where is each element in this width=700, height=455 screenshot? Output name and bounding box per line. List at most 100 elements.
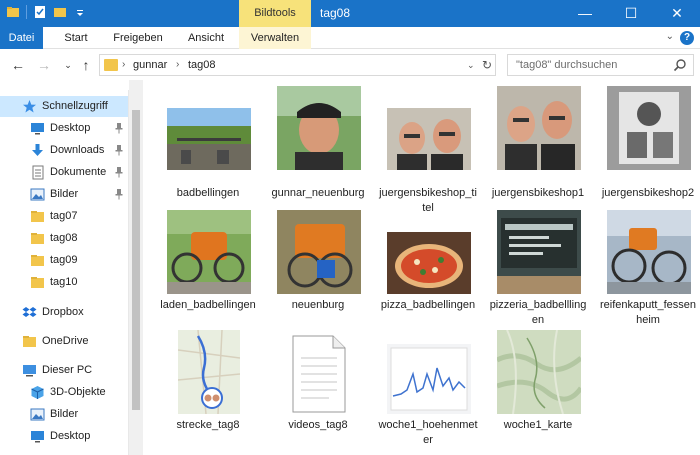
tab-start[interactable]: Start — [52, 27, 100, 49]
text-document-icon — [292, 335, 346, 413]
folder-icon — [23, 336, 36, 347]
nav-item-bilder[interactable]: Bilder — [0, 184, 128, 205]
pin-icon[interactable] — [114, 166, 124, 178]
file-tile[interactable]: videos_tag8 — [268, 330, 368, 440]
nav-label: Bilder — [50, 408, 79, 420]
search-icon[interactable] — [673, 58, 687, 72]
document-icon — [32, 165, 44, 180]
file-tile[interactable]: gunnar_neuenburg — [268, 86, 368, 216]
photo-thumbnail — [387, 108, 471, 170]
file-name: neuenburg — [291, 299, 345, 311]
navigation-scrollbar[interactable] — [129, 80, 143, 455]
thumbnail — [276, 330, 362, 414]
nav-item-tag09[interactable]: tag09 — [0, 250, 128, 271]
toolbar-separator — [26, 5, 27, 19]
breadcrumb-gunnar[interactable]: gunnar — [133, 55, 167, 75]
file-tile[interactable]: pizza_badbellingen — [378, 210, 478, 330]
file-list: badbellingen gunnar_neuenburg juergensbi… — [143, 80, 700, 455]
thumbnail — [276, 86, 362, 170]
nav-item-downloads[interactable]: Downloads — [0, 140, 128, 161]
close-button[interactable]: ✕ — [654, 0, 700, 27]
nav-item-tag10[interactable]: tag10 — [0, 272, 128, 293]
file-tile[interactable]: pizzeria_badbelllingen — [488, 210, 588, 330]
nav-item-tag08[interactable]: tag08 — [0, 228, 128, 249]
thumbnail — [496, 330, 582, 414]
photo-thumbnail — [277, 86, 361, 170]
nav-item-3d-objekte[interactable]: 3D-Objekte — [0, 382, 128, 403]
photo-thumbnail — [167, 210, 251, 294]
nav-label: Dieser PC — [42, 364, 93, 376]
back-button[interactable]: ← — [10, 56, 26, 74]
forward-button[interactable]: → — [36, 56, 52, 74]
nav-label: OneDrive — [42, 335, 89, 347]
file-name: woche1_hoehenmeter — [378, 419, 478, 446]
search-box[interactable] — [507, 54, 694, 76]
nav-item-bilder-pc[interactable]: Bilder — [0, 404, 128, 425]
folder-icon[interactable] — [6, 5, 20, 19]
customize-toolbar-icon[interactable] — [73, 5, 87, 19]
scrollbar-thumb[interactable] — [132, 110, 140, 410]
nav-item-onedrive[interactable]: OneDrive — [0, 331, 128, 352]
file-name: woche1_karte — [503, 419, 573, 431]
pin-icon[interactable] — [114, 122, 124, 134]
thumbnail — [386, 86, 472, 170]
pin-icon[interactable] — [114, 188, 124, 200]
file-tile[interactable]: juergensbikeshop1 — [488, 86, 588, 216]
search-input[interactable] — [508, 55, 668, 75]
help-icon[interactable]: ? — [680, 31, 694, 45]
file-tile[interactable]: neuenburg — [268, 210, 368, 330]
file-tile[interactable]: strecke_tag8 — [158, 330, 258, 440]
tab-freigeben[interactable]: Freigeben — [103, 27, 173, 49]
file-tile[interactable]: badbellingen — [158, 86, 258, 216]
minimize-button[interactable]: — — [562, 0, 608, 27]
download-icon — [32, 144, 43, 156]
refresh-icon[interactable]: ↻ — [482, 55, 492, 75]
tab-verwalten[interactable]: Verwalten — [239, 27, 311, 49]
file-tile[interactable]: juergensbikeshop_titel — [378, 86, 478, 216]
nav-item-desktop[interactable]: Desktop — [0, 118, 128, 139]
chevron-down-icon[interactable]: ⌄ — [666, 31, 674, 42]
up-button[interactable]: ↑ — [78, 56, 94, 74]
nav-label: Dokumente — [50, 166, 107, 178]
pictures-icon — [30, 188, 45, 201]
computer-icon — [23, 365, 36, 377]
tab-ansicht[interactable]: Ansicht — [176, 27, 236, 49]
new-folder-icon[interactable] — [53, 5, 67, 19]
file-tile[interactable]: reifenkaputt_fessenheim — [598, 210, 698, 330]
graph-thumbnail — [387, 344, 471, 414]
pin-icon[interactable] — [114, 144, 124, 156]
file-tile[interactable]: woche1_hoehenmeter — [378, 330, 478, 446]
nav-item-dropbox[interactable]: Dropbox — [0, 302, 128, 323]
properties-icon[interactable] — [33, 5, 47, 19]
file-name: pizzeria_badbelllingen — [489, 299, 587, 326]
file-name: juergensbikeshop2 — [601, 187, 695, 199]
nav-item-dokumente[interactable]: Dokumente — [0, 162, 128, 183]
thumbnail — [276, 210, 362, 294]
photo-thumbnail — [607, 86, 691, 170]
map-thumbnail — [497, 330, 581, 414]
quick-access-toolbar — [6, 5, 87, 19]
folder-icon — [31, 233, 44, 244]
folder-icon — [104, 59, 118, 71]
file-tile[interactable]: laden_badbellingen — [158, 210, 258, 330]
file-tile[interactable]: woche1_karte — [488, 330, 588, 440]
address-row: ← → ⌄ ↑ › gunnar › tag08 ⌄ ↻ — [0, 50, 700, 80]
chevron-right-icon[interactable]: › — [176, 55, 179, 75]
folder-icon — [31, 277, 44, 288]
map-thumbnail — [178, 330, 240, 414]
tab-datei[interactable]: Datei — [0, 27, 43, 49]
chevron-down-icon[interactable]: ⌄ — [467, 55, 475, 75]
address-bar[interactable]: › gunnar › tag08 ⌄ ↻ — [99, 54, 496, 76]
breadcrumb-tag08[interactable]: tag08 — [188, 55, 216, 75]
folder-icon — [31, 255, 44, 266]
nav-item-tag07[interactable]: tag07 — [0, 206, 128, 227]
thumbnail — [166, 86, 252, 170]
nav-item-schnellzugriff[interactable]: Schnellzugriff — [0, 96, 128, 117]
maximize-button[interactable]: ☐ — [608, 0, 654, 27]
nav-item-desktop-pc[interactable]: Desktop — [0, 426, 128, 447]
file-tile[interactable]: juergensbikeshop2 — [598, 86, 698, 216]
nav-item-dieser-pc[interactable]: Dieser PC — [0, 360, 128, 381]
recent-locations-button[interactable]: ⌄ — [60, 56, 76, 74]
nav-label: 3D-Objekte — [50, 386, 106, 398]
chevron-right-icon[interactable]: › — [122, 55, 125, 75]
